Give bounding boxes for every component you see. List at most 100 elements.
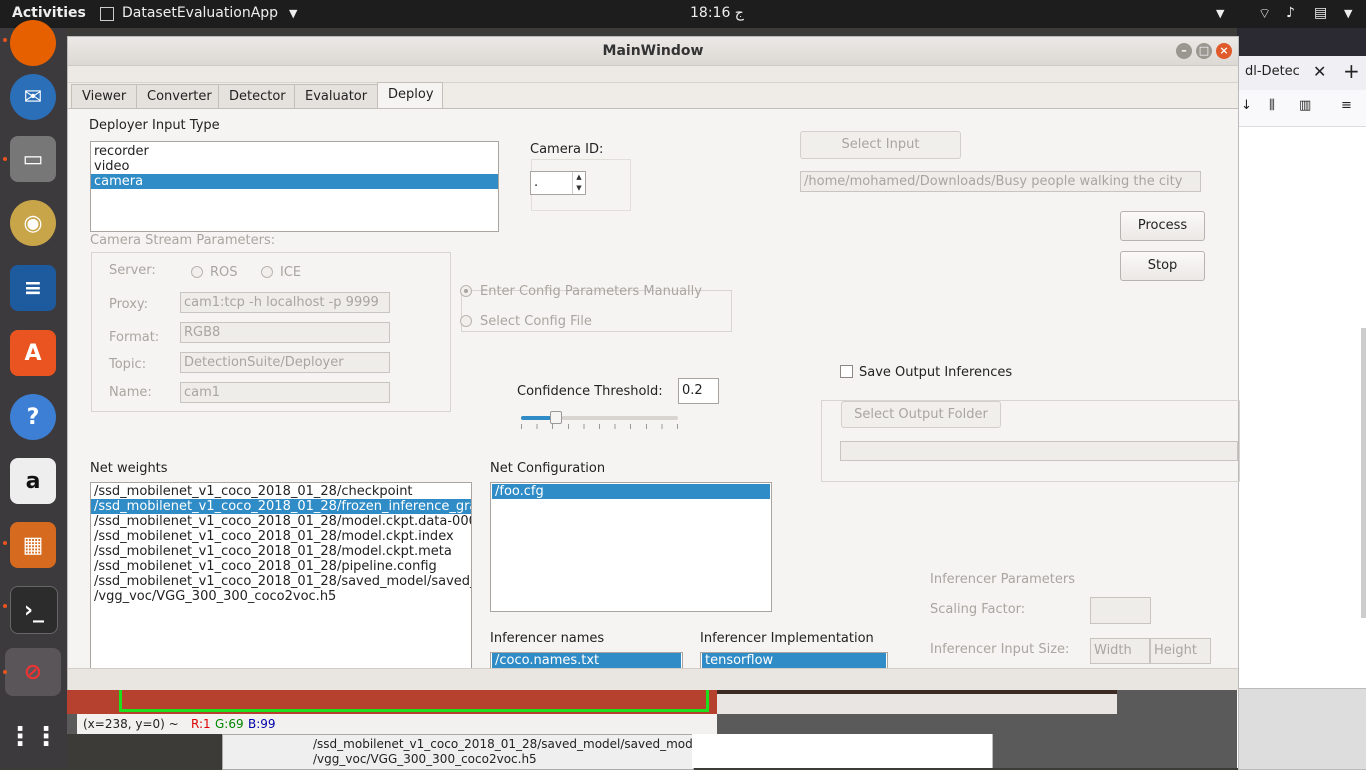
software-center-icon[interactable]: A (10, 330, 56, 376)
list-item[interactable]: /foo.cfg (492, 484, 770, 499)
confidence-slider[interactable] (521, 411, 678, 424)
save-output-label: Save Output Inferences (859, 365, 1013, 380)
main-window: MainWindow – □ × Viewer Converter Detect… (67, 36, 1240, 690)
maximize-icon[interactable]: □ (1196, 43, 1212, 59)
ice-radio[interactable] (261, 266, 273, 278)
app-menu[interactable]: DatasetEvaluationApp (122, 5, 278, 21)
confidence-field[interactable]: 0.2 (678, 378, 719, 404)
show-applications-icon[interactable]: ⋮⋮ (7, 714, 59, 760)
list-item: /ssd_mobilenet_v1_coco_2018_01_28/saved_… (313, 737, 693, 751)
list-item[interactable]: /ssd_mobilenet_v1_coco_2018_01_28/model.… (91, 544, 471, 559)
running-indicator (3, 38, 7, 42)
format-field[interactable]: RGB8 (180, 322, 390, 343)
topic-label: Topic: (109, 357, 147, 372)
list-item[interactable]: /ssd_mobilenet_v1_coco_2018_01_28/frozen… (91, 499, 471, 514)
tab-viewer[interactable]: Viewer (71, 84, 137, 108)
rhythmbox-icon[interactable]: ◉ (10, 200, 56, 246)
library-icon[interactable]: ⫼ (1269, 98, 1275, 113)
output-path-field[interactable] (840, 441, 1238, 461)
menu-icon[interactable]: ≡ (1341, 98, 1352, 113)
terminal-icon[interactable]: ›_ (10, 586, 58, 634)
config-manual-radio[interactable] (460, 285, 472, 297)
config-file-radio[interactable] (460, 315, 472, 327)
select-input-button[interactable]: Select Input (800, 131, 961, 159)
tab-converter[interactable]: Converter (136, 84, 219, 108)
activities-button[interactable]: Activities (12, 5, 86, 21)
firefox-tab[interactable]: dl-Detec (1245, 64, 1300, 79)
firefox-icon[interactable] (10, 20, 56, 66)
list-item[interactable]: camera (91, 174, 498, 189)
running-indicator (3, 157, 7, 161)
name-field[interactable]: cam1 (180, 382, 390, 403)
select-output-button[interactable]: Select Output Folder (841, 401, 1001, 428)
chevron-down-icon[interactable]: ▼ (289, 7, 297, 20)
width-field[interactable]: Width (1090, 638, 1150, 664)
ros-radio[interactable] (191, 266, 203, 278)
proxy-field[interactable]: cam1:tcp -h localhost -p 9999 (180, 292, 390, 313)
slider-handle[interactable] (550, 411, 562, 424)
spin-arrows-icon[interactable]: ▲ ▼ (572, 172, 585, 194)
list-item[interactable]: /ssd_mobilenet_v1_coco_2018_01_28/model.… (91, 529, 471, 544)
format-label: Format: (109, 330, 160, 345)
list-item[interactable]: /ssd_mobilenet_v1_coco_2018_01_28/model.… (91, 514, 471, 529)
app-icon (100, 7, 114, 21)
impress-icon[interactable]: ▦ (10, 522, 56, 568)
input-type-label: Deployer Input Type (89, 118, 220, 133)
list-item[interactable]: /ssd_mobilenet_v1_coco_2018_01_28/saved_… (91, 574, 471, 589)
stop-button[interactable]: Stop (1120, 251, 1205, 281)
scaling-factor-field[interactable] (1090, 597, 1151, 624)
dataset-app-icon[interactable]: ⊘ (5, 648, 61, 696)
config-file-label: Select Config File (480, 314, 592, 329)
list-item: /vgg_voc/VGG_300_300_coco2voc.h5 (313, 752, 537, 766)
process-button[interactable]: Process (1120, 211, 1205, 241)
download-icon[interactable]: ↓ (1241, 98, 1252, 113)
new-tab-icon[interactable]: + (1343, 59, 1360, 83)
net-weights-list[interactable]: /ssd_mobilenet_v1_coco_2018_01_28/checkp… (90, 482, 472, 674)
deploy-panel: Deployer Input Type recorder video camer… (68, 108, 1240, 674)
tab-detector[interactable]: Detector (218, 84, 295, 108)
scrollbar[interactable] (1361, 328, 1366, 618)
background-image-viewer: (x=238, y=0) ~ R:1 G:69 B:99 /ssd_mobile… (67, 688, 1237, 770)
minimize-icon[interactable]: – (1176, 43, 1192, 59)
input-type-list[interactable]: recorder video camera (90, 141, 499, 232)
confidence-label: Confidence Threshold: (517, 384, 663, 399)
list-item[interactable]: tensorflow (702, 653, 886, 668)
pixel-readout: (x=238, y=0) ~ (83, 717, 179, 731)
height-field[interactable]: Height (1150, 638, 1211, 664)
help-icon[interactable]: ? (10, 394, 56, 440)
proxy-label: Proxy: (109, 297, 149, 312)
camera-id-spinbox[interactable]: . ▲ ▼ (530, 171, 586, 195)
tab-deploy[interactable]: Deploy (377, 82, 443, 109)
toolbar (68, 66, 1238, 83)
clipboard-icon[interactable]: ▤ (1314, 5, 1327, 21)
thunderbird-icon[interactable]: ✉ (10, 74, 56, 120)
list-item[interactable]: /ssd_mobilenet_v1_coco_2018_01_28/checkp… (91, 484, 471, 499)
writer-icon[interactable]: ≡ (10, 265, 56, 311)
name-label: Name: (109, 385, 152, 400)
net-config-label: Net Configuration (490, 461, 606, 476)
ice-label: ICE (280, 265, 302, 280)
list-item[interactable]: recorder (91, 144, 498, 159)
save-output-checkbox[interactable] (840, 365, 853, 378)
tab-evaluator[interactable]: Evaluator (294, 84, 378, 108)
wifi-icon[interactable]: ⌔ (1258, 5, 1271, 23)
list-item[interactable]: video (91, 159, 498, 174)
volume-icon[interactable]: ♪ (1286, 5, 1295, 21)
chevron-down-icon[interactable]: ▼ (1216, 7, 1224, 20)
camera-id-label: Camera ID: (530, 142, 604, 157)
sidebar-icon[interactable]: ▥ (1299, 98, 1311, 113)
net-config-list[interactable]: /foo.cfg (490, 482, 772, 612)
input-path-field[interactable]: /home/mohamed/Downloads/Busy people walk… (800, 171, 1201, 192)
topic-field[interactable]: DetectionSuite/Deployer (180, 352, 390, 373)
close-icon[interactable]: ✕ (1313, 62, 1326, 81)
list-item[interactable]: /ssd_mobilenet_v1_coco_2018_01_28/pipeli… (91, 559, 471, 574)
files-icon[interactable]: ▭ (10, 136, 56, 182)
close-icon[interactable]: × (1216, 43, 1232, 59)
list-item[interactable]: /vgg_voc/VGG_300_300_coco2voc.h5 (91, 589, 471, 604)
clock[interactable]: 18:16 ج (690, 5, 744, 21)
power-menu-icon[interactable]: ▼ (1344, 7, 1352, 20)
amazon-icon[interactable]: a (10, 458, 56, 504)
camera-stream-label: Camera Stream Parameters: (90, 233, 276, 248)
title-bar[interactable]: MainWindow – □ × (68, 37, 1238, 66)
list-item[interactable]: /coco.names.txt (492, 653, 681, 668)
